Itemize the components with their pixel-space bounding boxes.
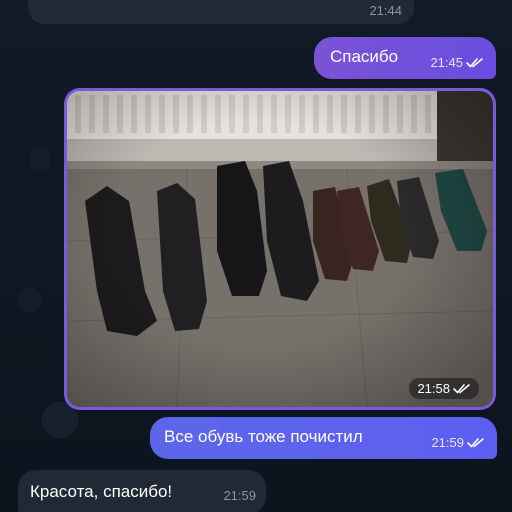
message-time: 21:44 [369, 3, 402, 18]
incoming-message-bubble[interactable]: Красота, спасибо! 21:59 [18, 470, 266, 512]
message-time: 21:59 [223, 488, 256, 503]
message-text: Все обувь тоже почистил [164, 427, 363, 446]
message-meta: 21:45 [430, 55, 484, 70]
shoes-photo[interactable]: 21:58 [67, 91, 493, 407]
incoming-message-bubble[interactable]: 21:44 [28, 0, 414, 24]
double-check-icon [466, 58, 483, 68]
message-text: Красота, спасибо! [30, 482, 173, 501]
message-time: 21:45 [430, 55, 463, 70]
photo-message-bubble[interactable]: 21:58 [64, 88, 496, 410]
message-time: 21:59 [431, 435, 464, 450]
outgoing-message-bubble[interactable]: Спасибо 21:45 [314, 37, 496, 79]
double-check-icon [453, 384, 470, 394]
message-text: Спасибо [330, 47, 399, 66]
outgoing-message-bubble[interactable]: Все обувь тоже почистил 21:59 [150, 417, 497, 459]
photo-illustration [67, 91, 493, 407]
double-check-icon [467, 438, 484, 448]
photo-meta: 21:58 [409, 378, 479, 399]
message-time: 21:58 [417, 381, 450, 396]
message-meta: 21:59 [431, 435, 485, 450]
